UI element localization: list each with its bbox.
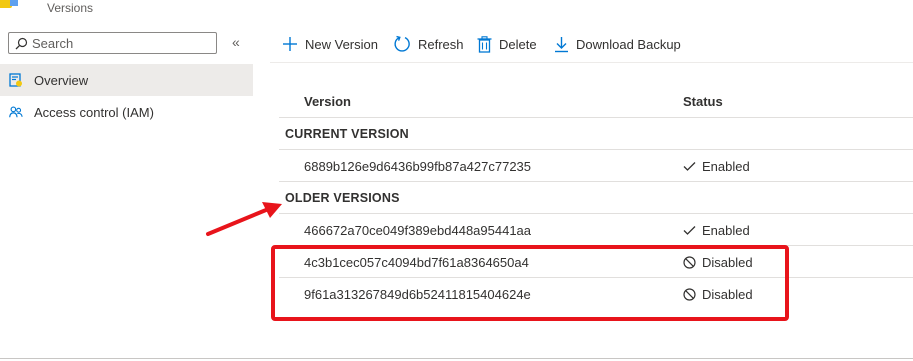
status-cell: Enabled xyxy=(683,223,750,238)
status-label: Enabled xyxy=(702,223,750,238)
row-divider xyxy=(279,213,913,214)
refresh-label: Refresh xyxy=(418,36,464,52)
checkmark-icon xyxy=(683,226,696,235)
column-header-status[interactable]: Status xyxy=(683,94,723,109)
search-input[interactable] xyxy=(32,35,202,51)
search-icon xyxy=(15,37,28,49)
download-icon xyxy=(555,36,568,52)
refresh-icon xyxy=(394,35,410,52)
overview-icon xyxy=(9,73,23,87)
key-vault-icon xyxy=(0,0,18,8)
plus-icon xyxy=(283,37,297,51)
download-backup-label: Download Backup xyxy=(576,36,681,52)
row-divider xyxy=(279,181,913,182)
bottom-border xyxy=(0,358,913,359)
annotation-arrow-icon xyxy=(206,202,282,236)
checkmark-icon xyxy=(683,162,696,171)
column-header-version[interactable]: Version xyxy=(304,94,351,109)
section-older-versions: OLDER VERSIONS xyxy=(285,191,400,205)
status-label: Enabled xyxy=(702,159,750,174)
row-divider xyxy=(279,149,913,150)
delete-label: Delete xyxy=(499,36,537,52)
collapse-sidebar-button[interactable]: « xyxy=(232,34,240,50)
people-icon xyxy=(9,105,23,119)
section-current-version: CURRENT VERSION xyxy=(285,127,409,141)
status-cell: Enabled xyxy=(683,159,750,174)
refresh-button[interactable]: Refresh xyxy=(393,33,464,55)
sidebar-item-label: Overview xyxy=(34,72,89,88)
sidebar-item-access-control[interactable]: Access control (IAM) xyxy=(0,96,253,128)
row-divider xyxy=(279,117,913,118)
trash-icon xyxy=(477,35,492,53)
new-version-label: New Version xyxy=(305,36,378,52)
search-box[interactable] xyxy=(8,32,217,54)
delete-button[interactable]: Delete xyxy=(477,33,537,55)
toolbar-divider xyxy=(270,62,913,63)
annotation-highlight-box xyxy=(271,245,789,321)
version-id-cell[interactable]: 466672a70ce049f389ebd448a95441aa xyxy=(304,223,531,238)
page-subtitle: Versions xyxy=(47,1,94,15)
sidebar-item-overview[interactable]: Overview xyxy=(0,64,253,96)
version-id-cell[interactable]: 6889b126e9d6436b99fb87a427c77235 xyxy=(304,159,531,174)
download-backup-button[interactable]: Download Backup xyxy=(554,33,681,55)
new-version-button[interactable]: New Version xyxy=(282,33,378,55)
sidebar-item-label: Access control (IAM) xyxy=(34,104,154,120)
